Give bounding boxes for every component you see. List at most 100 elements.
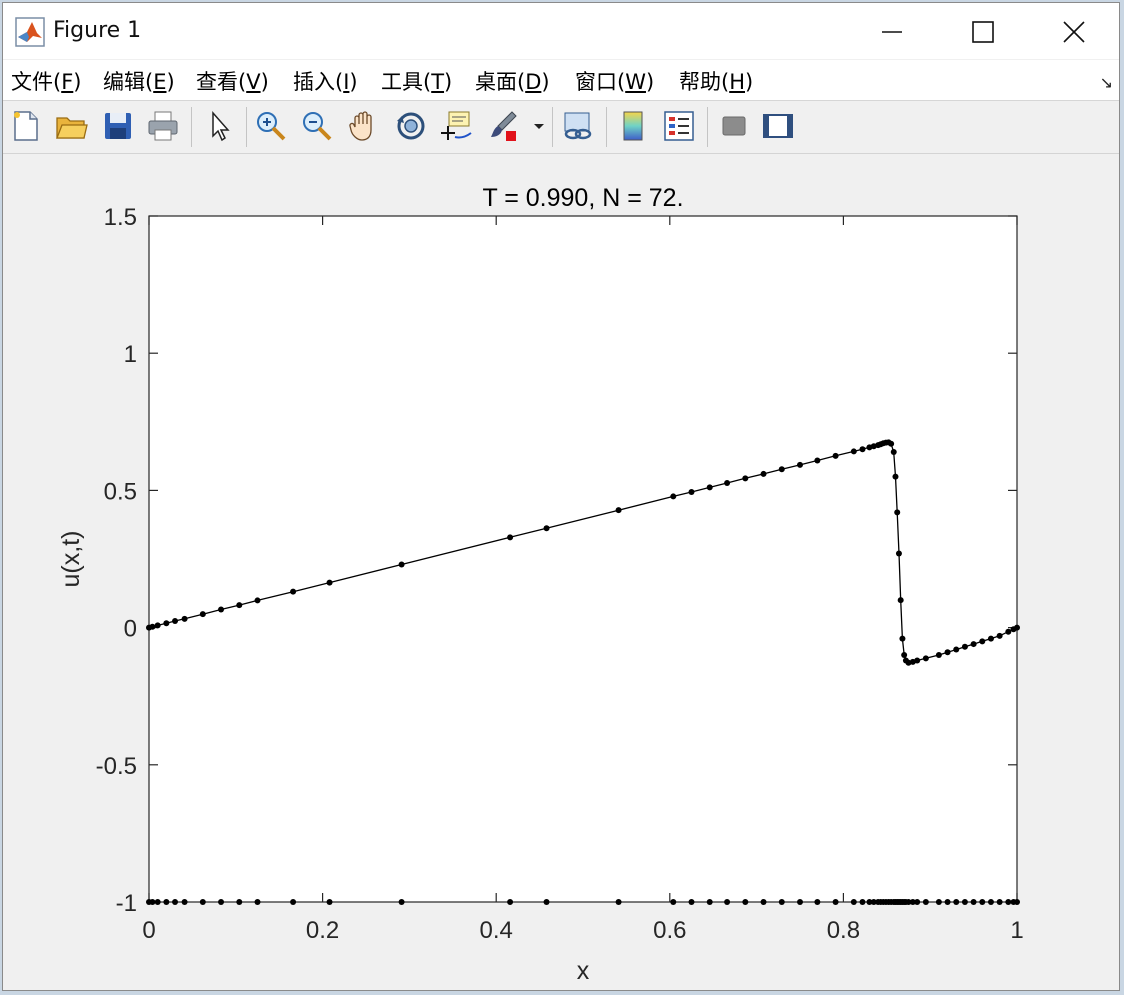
brush-dropdown-icon[interactable] <box>531 109 547 143</box>
x-tick-label: 0.6 <box>653 917 686 944</box>
rotate-3d-icon[interactable] <box>394 109 428 143</box>
baseline-grid-point <box>778 899 785 905</box>
pan-hand-icon[interactable] <box>347 109 381 143</box>
data-point <box>724 479 731 486</box>
y-tick-label: 1.5 <box>104 204 137 231</box>
plot-svg: 0 0.2 0.4 0.6 0.8 1 -1 -0.5 0 0.5 1 1.5 T = 0.990, … <box>57 184 1024 985</box>
menu-item[interactable]: 插入(I) <box>293 66 358 96</box>
open-file-icon[interactable] <box>54 109 88 143</box>
data-point <box>742 475 749 482</box>
new-figure-icon[interactable] <box>9 109 43 143</box>
baseline-grid-point <box>832 899 839 905</box>
baseline-grid-point <box>670 899 677 905</box>
data-point <box>970 641 977 648</box>
data-point <box>888 440 895 447</box>
data-point <box>199 611 206 618</box>
y-tick-label: -0.5 <box>96 753 137 780</box>
y-tick-label: 0 <box>124 616 137 643</box>
baseline-grid-point <box>922 899 929 905</box>
data-point <box>961 643 968 650</box>
save-icon[interactable] <box>101 109 135 143</box>
baseline-grid-point <box>706 899 713 905</box>
data-point <box>996 632 1003 639</box>
colorbar-icon[interactable] <box>616 109 650 143</box>
data-point <box>894 509 901 516</box>
data-point <box>895 550 902 557</box>
menu-item-accesskey: V <box>246 70 261 94</box>
print-icon[interactable] <box>146 109 180 143</box>
baseline-grid-point <box>254 899 261 905</box>
menu-item[interactable]: 窗口(W) <box>575 66 654 96</box>
dock-arrow-icon[interactable]: ↘ <box>1100 73 1113 92</box>
data-point <box>543 525 550 532</box>
toolbar-separator <box>246 107 247 147</box>
menu-item-tail: ) <box>444 70 453 94</box>
menu-item-label: 工具( <box>381 70 432 94</box>
close-button[interactable] <box>1051 11 1097 53</box>
baseline-grid-point <box>987 899 994 905</box>
data-point <box>1014 624 1020 631</box>
baseline-grid-point <box>953 899 960 905</box>
data-point <box>922 655 929 662</box>
menu-item[interactable]: 查看(V) <box>196 66 269 96</box>
x-axis-label: x <box>577 957 590 985</box>
menu-item[interactable]: 桌面(D) <box>475 66 550 96</box>
baseline-grid-point <box>724 899 731 905</box>
data-point <box>688 489 695 496</box>
zoom-out-icon[interactable] <box>300 109 334 143</box>
menu-item-tail: ) <box>745 70 754 94</box>
data-point <box>149 623 156 630</box>
menu-item-tail: ) <box>645 70 655 94</box>
menu-item-label: 窗口( <box>575 70 626 94</box>
x-tick-label: 1 <box>1010 917 1023 944</box>
matlab-logo-icon <box>15 17 45 47</box>
title-bar[interactable]: Figure 1 <box>3 3 1119 59</box>
baseline-grid-point <box>199 899 206 905</box>
data-point <box>760 470 767 477</box>
data-point <box>507 534 514 541</box>
menu-item-tail: ) <box>541 70 550 94</box>
figure-window: Figure 1 文件(F) 编辑(E) 查看(V) 插入(I) 工具(T) 桌面(D) 窗… <box>2 2 1120 991</box>
baseline-grid-point <box>326 899 333 905</box>
menu-item[interactable]: 帮助(H) <box>679 66 753 96</box>
baseline-grid-point <box>814 899 821 905</box>
y-tick-label: 0.5 <box>104 478 137 505</box>
data-point <box>615 507 622 514</box>
data-point <box>254 597 261 604</box>
baseline-grid-point <box>961 899 968 905</box>
baseline-grid-point <box>543 899 550 905</box>
edit-plot-arrow-icon[interactable] <box>203 109 237 143</box>
data-cursor-icon[interactable] <box>439 109 473 143</box>
minimize-button[interactable] <box>869 11 915 53</box>
data-point <box>850 448 857 455</box>
baseline-grid-point <box>688 899 695 905</box>
zoom-in-icon[interactable] <box>254 109 288 143</box>
menu-item-label: 帮助( <box>679 70 730 94</box>
baseline-grid-point <box>398 899 405 905</box>
baseline-grid-point <box>1005 899 1012 905</box>
menu-item-accesskey: D <box>525 70 542 94</box>
baseline-grid-point <box>944 899 951 905</box>
menu-item-accesskey: H <box>729 70 745 94</box>
legend-icon[interactable] <box>662 109 696 143</box>
brush-icon[interactable] <box>486 109 520 143</box>
menu-item[interactable]: 工具(T) <box>381 66 452 96</box>
menu-item[interactable]: 编辑(E) <box>103 66 175 96</box>
x-tick-label: 0.8 <box>827 917 860 944</box>
maximize-button[interactable] <box>960 11 1006 53</box>
baseline-grid-point <box>163 899 170 905</box>
y-tick-label: -1 <box>116 890 137 917</box>
menu-item[interactable]: 文件(F) <box>11 66 82 96</box>
data-point <box>218 606 225 613</box>
data-point <box>935 652 942 659</box>
show-plot-tools-icon[interactable] <box>761 109 795 143</box>
y-tick-label: 1 <box>124 341 137 368</box>
link-plot-icon[interactable] <box>561 109 595 143</box>
baseline-grid-point <box>742 899 749 905</box>
x-tick-label: 0.2 <box>306 917 339 944</box>
data-point <box>832 452 839 459</box>
toolbar-separator <box>552 107 553 147</box>
data-point <box>814 457 821 464</box>
hide-plot-tools-icon[interactable] <box>717 109 751 143</box>
chart-title: T = 0.990, N = 72. <box>482 184 683 212</box>
